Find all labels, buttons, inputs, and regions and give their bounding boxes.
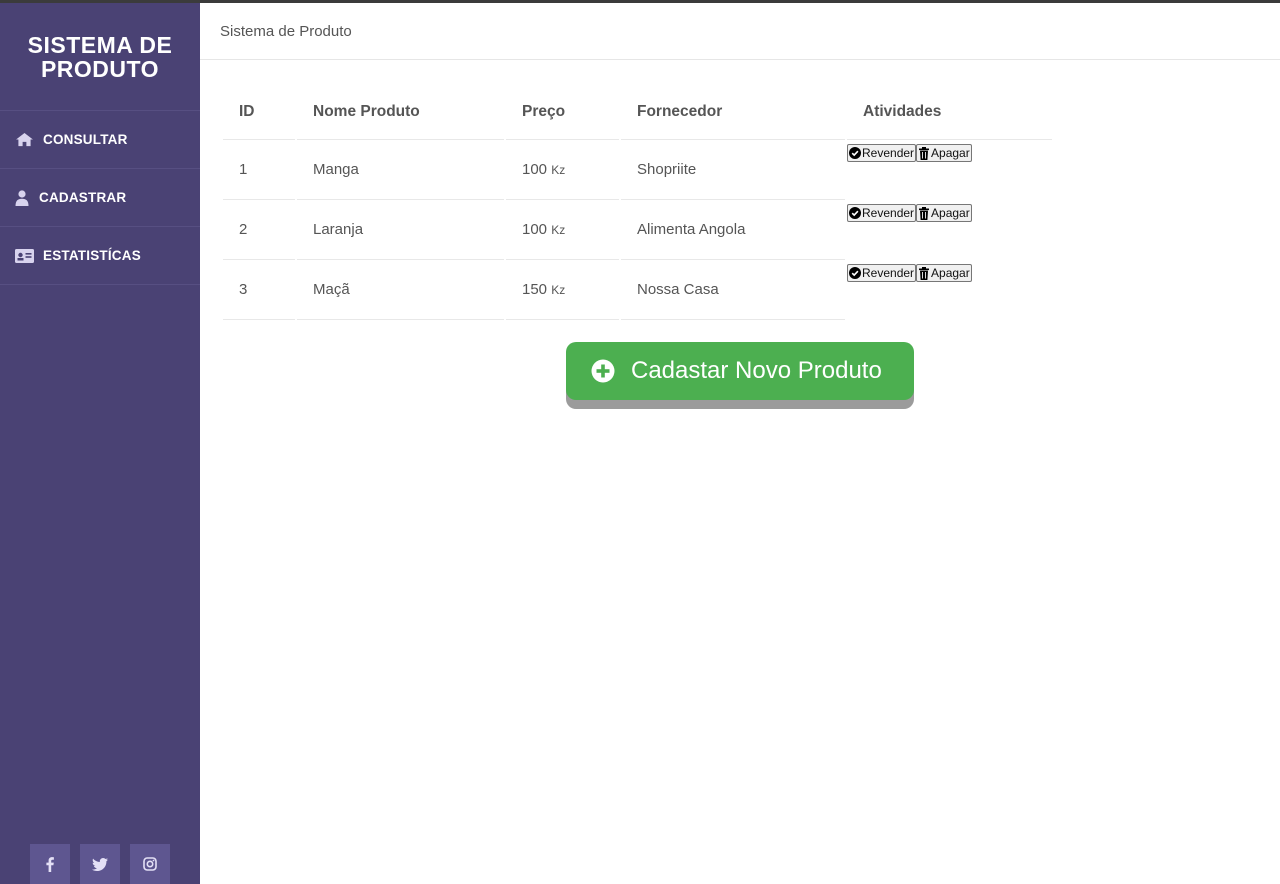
instagram-icon[interactable] — [130, 844, 170, 884]
currency: Kz — [551, 283, 566, 297]
cell-price: 150 Kz — [506, 260, 619, 320]
column-header-activities: Atividades — [847, 85, 1052, 140]
column-header-supplier: Fornecedor — [621, 85, 845, 140]
check-circle-icon — [849, 147, 861, 159]
table-row: 1 Manga 100 Kz Shopriite Revender Apagar — [223, 140, 1052, 200]
add-product-button[interactable]: Cadastar Novo Produto — [566, 342, 914, 400]
cell-supplier: Alimenta Angola — [621, 200, 845, 260]
cell-name: Maçã — [297, 260, 504, 320]
cell-supplier: Nossa Casa — [621, 260, 845, 320]
price-value: 100 — [522, 221, 548, 238]
cell-activities: Revender Apagar — [847, 260, 1052, 320]
currency: Kz — [551, 163, 566, 177]
delete-label: Apagar — [931, 206, 970, 220]
add-product-label: Cadastar Novo Produto — [631, 357, 882, 384]
resell-label: Revender — [862, 206, 915, 220]
brand-line-1: SISTEMA DE — [27, 31, 173, 58]
sidebar-item-consultar[interactable]: CONSULTAR — [0, 111, 200, 169]
delete-button[interactable]: Apagar — [916, 264, 972, 282]
cell-activities: Revender Apagar — [847, 200, 1052, 260]
delete-button[interactable]: Apagar — [916, 204, 972, 222]
brand-line-2: PRODUTO — [40, 55, 160, 82]
column-header-price: Preço — [506, 85, 619, 140]
delete-label: Apagar — [931, 266, 970, 280]
facebook-icon[interactable] — [30, 844, 70, 884]
resell-button[interactable]: Revender — [847, 204, 917, 222]
sidebar: SISTEMA DE PRODUTO CONSULTAR CADASTRAR E… — [0, 3, 200, 884]
price-value: 150 — [522, 281, 548, 298]
trash-icon — [919, 146, 930, 160]
sidebar-item-estatisticas[interactable]: ESTATISTÍCAS — [0, 227, 200, 285]
cell-activities: Revender Apagar — [847, 140, 1052, 200]
sidebar-item-label: CONSULTAR — [43, 132, 128, 147]
cell-name: Laranja — [297, 200, 504, 260]
home-icon — [15, 131, 37, 149]
brand-title: SISTEMA DE PRODUTO — [0, 3, 200, 111]
cell-id: 2 — [223, 200, 295, 260]
cell-id: 1 — [223, 140, 295, 200]
table-row: 3 Maçã 150 Kz Nossa Casa Revender Apagar — [223, 260, 1052, 320]
id-card-icon — [15, 247, 37, 265]
cell-name: Manga — [297, 140, 504, 200]
column-header-name: Nome Produto — [297, 85, 504, 140]
user-icon — [15, 189, 33, 207]
products-table: ID Nome Produto Preço Fornecedor Ativida… — [221, 85, 1054, 320]
currency: Kz — [551, 223, 566, 237]
sidebar-item-label: ESTATISTÍCAS — [43, 248, 141, 263]
cell-price: 100 Kz — [506, 140, 619, 200]
cell-id: 3 — [223, 260, 295, 320]
delete-button[interactable]: Apagar — [916, 144, 972, 162]
twitter-icon[interactable] — [80, 844, 120, 884]
resell-label: Revender — [862, 146, 915, 160]
column-header-id: ID — [223, 85, 295, 140]
table-row: 2 Laranja 100 Kz Alimenta Angola Revende… — [223, 200, 1052, 260]
trash-icon — [919, 266, 930, 280]
table-header-row: ID Nome Produto Preço Fornecedor Ativida… — [223, 85, 1052, 140]
resell-label: Revender — [862, 266, 915, 280]
sidebar-item-cadastrar[interactable]: CADASTRAR — [0, 169, 200, 227]
check-circle-icon — [849, 267, 861, 279]
cell-supplier: Shopriite — [621, 140, 845, 200]
sidebar-item-label: CADASTRAR — [39, 190, 127, 205]
trash-icon — [919, 206, 930, 220]
social-links — [30, 844, 170, 884]
cell-price: 100 Kz — [506, 200, 619, 260]
delete-label: Apagar — [931, 146, 970, 160]
main-content: Sistema de Produto ID Nome Produto Preço… — [200, 3, 1280, 884]
plus-circle-icon — [591, 359, 615, 383]
resell-button[interactable]: Revender — [847, 264, 917, 282]
resell-button[interactable]: Revender — [847, 144, 917, 162]
check-circle-icon — [849, 207, 861, 219]
breadcrumb: Sistema de Produto — [200, 3, 1280, 60]
price-value: 100 — [522, 161, 548, 178]
